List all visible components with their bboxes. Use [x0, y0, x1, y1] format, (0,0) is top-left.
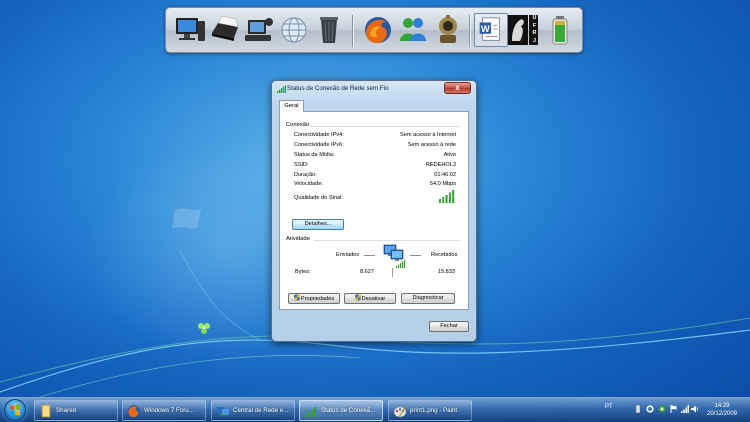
received-label: Recebidos [431, 252, 458, 258]
diagnose-button[interactable]: Diagnosticar [401, 293, 455, 304]
properties-button[interactable]: Propriedades [288, 293, 340, 304]
language-indicator[interactable]: PT [605, 404, 613, 410]
signal-quality-bars [439, 190, 455, 203]
firefox-icon [128, 405, 140, 418]
dock-separator [469, 15, 470, 47]
uac-shield-icon [354, 294, 361, 301]
taskbar-item-label: Central de Rede e ... [233, 407, 291, 414]
bytes-sent-value: 8.627 [360, 269, 374, 275]
ipv6-value: Sem acesso à rede [407, 142, 456, 148]
volume-icon[interactable] [691, 405, 699, 413]
antivirus-icon[interactable] [658, 405, 666, 413]
signal-quality-label: Qualidade do Sinal: [294, 195, 343, 201]
ssid-value: REDEHOL3 [425, 162, 456, 168]
messenger-icon[interactable] [396, 13, 430, 47]
disable-button-label: Desativar [361, 296, 386, 302]
recycle-bin-icon[interactable] [312, 13, 346, 47]
network-center-icon [217, 407, 229, 416]
clock-date: 20/12/2009 [706, 411, 738, 417]
ufrj-letters: UFRJ [532, 15, 537, 44]
connection-heading: Conexão [286, 122, 310, 128]
paint-icon [393, 405, 407, 418]
network-signal-tray-icon[interactable] [681, 405, 689, 413]
activity-heading: Atividade [286, 236, 310, 242]
taskbar-item-label: Shared [56, 407, 76, 414]
taskbar-item-label: Status de Conexã... [321, 407, 376, 414]
duration-value: 01:46:02 [434, 172, 456, 178]
clock-time: 14:29 [714, 403, 730, 409]
dock-bar: W UFRJ [165, 7, 583, 53]
internet-globe-icon[interactable] [277, 13, 311, 47]
duration-label: Duração: [294, 172, 317, 178]
action-center-flag-icon[interactable] [670, 405, 678, 413]
computer-icon[interactable] [173, 13, 207, 47]
media-status-label: Status da Mídia: [294, 152, 335, 158]
folder-icon [41, 404, 51, 418]
taskbar-item-shared[interactable]: Shared [34, 400, 118, 421]
wireless-signal-icon [305, 407, 316, 417]
disable-button[interactable]: Desativar [344, 293, 396, 304]
firefox-icon[interactable] [361, 13, 395, 47]
wireless-signal-icon [277, 85, 286, 93]
activity-center-divider [392, 268, 393, 277]
taskbar-item-network-center[interactable]: Central de Rede e ... [211, 400, 295, 421]
ipv6-label: Conectividade IPv6: [294, 142, 344, 148]
close-button[interactable]: Fechar [429, 321, 469, 332]
activity-divider [314, 240, 460, 241]
shield-tray-icon[interactable] [646, 405, 654, 413]
sent-label: Enviados [336, 252, 360, 258]
media-status-value: Ativo [443, 152, 456, 158]
properties-button-label: Propriedades [300, 296, 335, 302]
sent-line [364, 255, 375, 256]
speed-label: Velocidade: [294, 181, 323, 187]
word-document-icon[interactable]: W [474, 13, 508, 47]
battery-icon[interactable] [545, 13, 579, 47]
printer-icon[interactable] [208, 13, 242, 47]
tab-geral[interactable]: Geral [279, 100, 304, 112]
taskbar-item-connection-status[interactable]: Status de Conexã... [299, 400, 383, 421]
usb-device-icon[interactable] [634, 405, 642, 413]
network-devices-icon[interactable] [242, 13, 276, 47]
dialog-title: Status de Conexão de Rede sem Fio [287, 85, 389, 92]
tab-panel-geral: Conexão Conectividade IPv4: Sem acesso à… [279, 111, 469, 310]
taskbar-item-windows7-forum[interactable]: Windows 7 Foru... [122, 400, 206, 421]
bytes-label: Bytes: [295, 269, 311, 275]
system-clock[interactable]: 14:29 20/12/2009 [700, 402, 744, 418]
connection-divider [310, 126, 460, 127]
start-button[interactable] [4, 399, 26, 421]
ipv4-value: Sem acesso à Internet [400, 132, 456, 138]
ssid-label: SSID: [294, 162, 309, 168]
details-button[interactable]: Detalhes... [292, 219, 344, 230]
bytes-received-value: 15.833 [437, 269, 455, 275]
taskbar-item-label: print1.png - Paint [410, 407, 458, 414]
speed-value: 54,0 Mbps [429, 181, 456, 187]
received-line [410, 255, 421, 256]
steampunk-app-icon[interactable] [431, 13, 465, 47]
dock-separator [352, 15, 353, 47]
taskbar-item-paint[interactable]: print1.png - Paint [388, 400, 472, 421]
taskbar: Shared Windows 7 Foru... Central de Rede… [0, 397, 750, 422]
dialog-titlebar[interactable]: Status de Conexão de Rede sem Fio x [272, 81, 476, 97]
close-window-button[interactable]: x [444, 82, 471, 94]
ipv4-label: Conectividade IPv4: [294, 132, 344, 138]
network-computers-icon [383, 244, 406, 268]
svg-text:W: W [481, 23, 490, 34]
uac-shield-icon [293, 294, 300, 301]
taskbar-item-label: Windows 7 Foru... [144, 407, 194, 414]
windows-logo-icon [10, 404, 20, 416]
